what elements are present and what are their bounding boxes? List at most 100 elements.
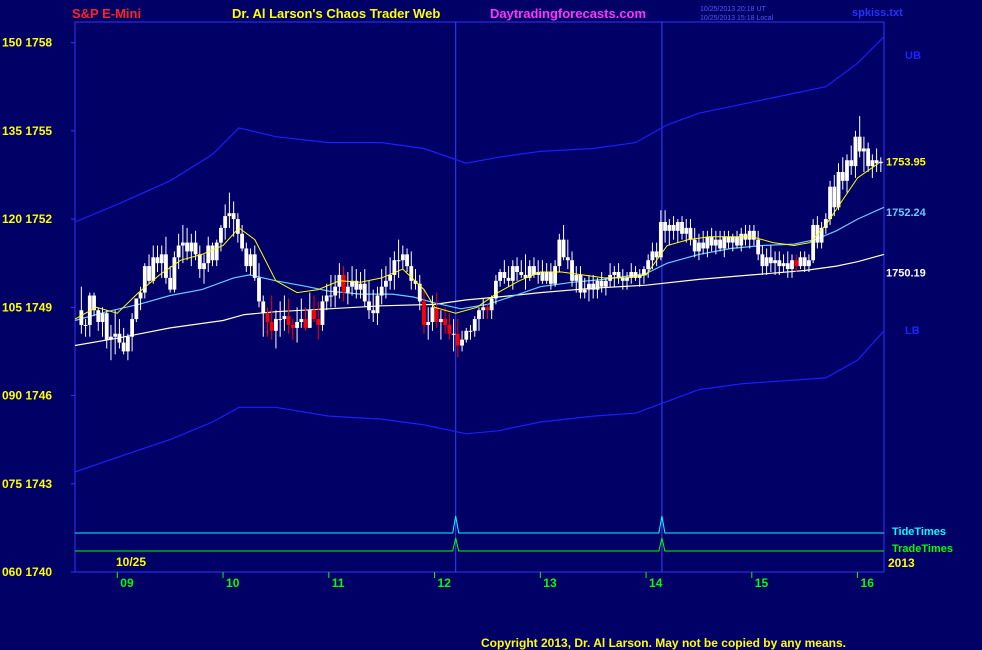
chart-window: S&P E-Mini Dr. Al Larson's Chaos Trader …: [0, 0, 982, 650]
candle-body: [261, 301, 266, 314]
copyright-notice: Copyright 2013, Dr. Al Larson. May not b…: [481, 636, 846, 650]
y-tick-label: 105 1749: [2, 300, 52, 314]
candle-body: [726, 236, 731, 243]
candle-body: [874, 160, 879, 164]
plot-frame: [74, 21, 885, 573]
candle-body: [130, 319, 135, 337]
candle-body: [857, 136, 862, 152]
candle-body: [603, 280, 608, 287]
candle-body: [206, 245, 211, 264]
line-value-label: 1753.95: [886, 157, 926, 169]
candle-body: [730, 236, 735, 243]
candle-body: [836, 172, 841, 208]
x-tick-label: 09: [120, 576, 134, 590]
candle-body: [688, 227, 693, 240]
candle-body: [498, 272, 503, 281]
candle-body: [849, 160, 854, 167]
candle-body: [616, 272, 621, 278]
candle-body: [790, 260, 794, 270]
candle-body: [777, 260, 782, 267]
candle-body: [866, 148, 871, 167]
candle-body: [764, 257, 769, 267]
candle-body: [713, 239, 718, 246]
x-axis: 09 10 11 12 13 14 15 16: [116, 572, 874, 590]
candle-body: [756, 239, 761, 255]
candle-body: [316, 319, 321, 325]
candle-body: [430, 307, 435, 322]
candle-body: [709, 236, 714, 246]
candle-body: [802, 257, 807, 267]
candle-body: [642, 269, 646, 275]
candle-body: [269, 322, 274, 331]
candle-body: [358, 283, 363, 290]
candle-body: [231, 213, 236, 220]
candle-body: [519, 272, 524, 275]
candle-body: [722, 236, 727, 249]
candle-body: [794, 260, 799, 267]
candle-body: [548, 272, 553, 284]
candle-body: [705, 236, 710, 249]
candle-body: [121, 342, 126, 352]
candle-body: [333, 286, 338, 296]
candle-body: [675, 222, 680, 231]
candle-body: [591, 283, 596, 290]
candle-body: [612, 272, 617, 275]
candle-body: [400, 254, 405, 261]
candle-body: [798, 257, 803, 267]
candle-body: [671, 224, 676, 231]
candle-body: [384, 280, 388, 287]
candle-body: [180, 242, 185, 246]
x-tick-label: 10: [226, 576, 240, 590]
lower-band-line: [74, 330, 885, 473]
candle-body: [663, 222, 667, 231]
candle-body: [582, 289, 587, 293]
candle-body: [460, 339, 464, 346]
candle-body: [286, 316, 291, 325]
candle-body: [451, 333, 456, 335]
candle-body: [362, 283, 367, 302]
candle-body: [853, 136, 858, 167]
timestamp-local: 10/25/2013 15:18 Local: [700, 15, 774, 22]
candle-body: [510, 266, 515, 281]
candle-body: [544, 272, 549, 281]
candle-body: [396, 260, 401, 262]
candle-body: [168, 277, 173, 290]
candle-body: [455, 333, 460, 346]
candle-body: [439, 319, 443, 322]
y-tick-label: 150 1758: [2, 36, 52, 50]
candle-body: [189, 242, 194, 252]
candle-body: [159, 254, 164, 264]
candle-body: [117, 333, 122, 343]
candle-body: [248, 254, 253, 267]
lower-band-label: LB: [905, 325, 920, 337]
site-link[interactable]: Daytradingforecasts.com: [490, 6, 646, 21]
candle-body: [295, 322, 299, 328]
candle-body: [752, 230, 756, 240]
candle-body: [650, 251, 655, 261]
candle-body: [312, 310, 316, 320]
candle-body: [557, 239, 562, 267]
candle-body: [367, 301, 371, 311]
trade-times-line: [75, 537, 884, 552]
candle-body: [375, 295, 380, 314]
candle-body: [561, 239, 566, 258]
candle-body: [807, 260, 811, 267]
candle-body: [257, 277, 261, 302]
candle-body: [422, 301, 426, 325]
candle-body: [426, 322, 431, 325]
candle-body: [324, 295, 329, 302]
candle-body: [223, 216, 228, 228]
candle-body: [235, 219, 240, 234]
tide-times-label: TideTimes: [892, 526, 946, 538]
candle-body: [345, 286, 350, 293]
candle-body: [125, 336, 130, 352]
candle-body: [282, 316, 287, 320]
candle-body: [587, 283, 591, 290]
candle-body: [164, 254, 168, 278]
line-labels: 1753.95 1752.24 1750.19: [886, 157, 927, 280]
line-value-label: 1752.24: [886, 207, 927, 219]
year-label: 2013: [888, 556, 915, 570]
timestamp-ut: 10/25/2013 20:18 UT: [700, 6, 766, 13]
candle-body: [565, 257, 570, 261]
candle-body: [79, 310, 84, 325]
